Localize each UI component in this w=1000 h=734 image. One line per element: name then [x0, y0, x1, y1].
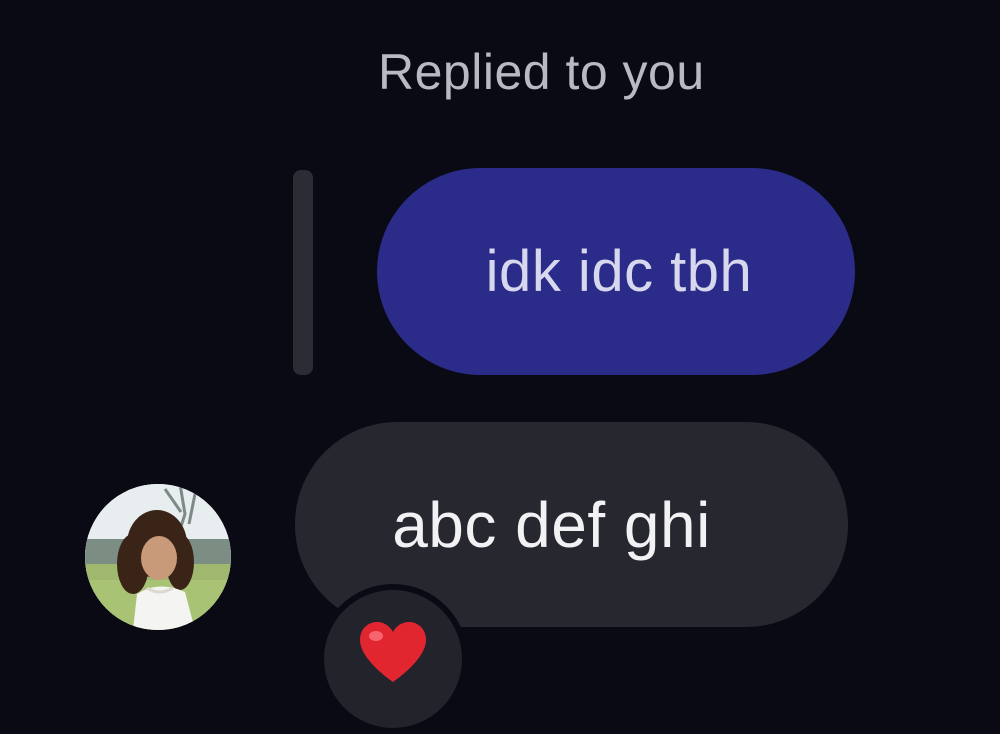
heart-icon: [360, 622, 426, 682]
reply-indicator-bar: [293, 170, 313, 375]
reaction-badge[interactable]: [318, 584, 468, 734]
sender-avatar[interactable]: [85, 484, 231, 630]
quoted-message-bubble[interactable]: idk idc tbh: [377, 168, 855, 375]
message-text: abc def ghi: [392, 488, 711, 561]
avatar-photo: [85, 484, 231, 630]
reply-context-label: Replied to you: [378, 44, 705, 100]
chat-thread: Replied to you idk idc tbh abc def ghi: [0, 0, 1000, 734]
quoted-message-text: idk idc tbh: [485, 239, 753, 304]
